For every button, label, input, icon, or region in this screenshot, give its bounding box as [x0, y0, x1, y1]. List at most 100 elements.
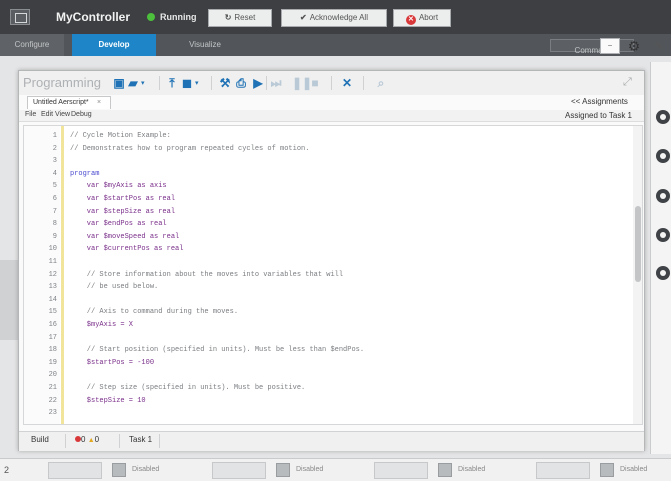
pause-icon[interactable]: ❚❚ — [292, 77, 312, 89]
line-number: 1 — [52, 132, 57, 140]
reset-button[interactable]: ↻ Reset — [208, 9, 272, 27]
code-line: 17 — [24, 334, 624, 343]
output-tab-bar: Build 0 ▲0 Task 1 — [19, 431, 644, 451]
close-icon[interactable]: ✕ — [341, 77, 353, 89]
editor-scrollbar-thumb[interactable] — [635, 206, 641, 282]
open-folder-icon[interactable]: ▰ — [127, 77, 139, 89]
axis-value-field[interactable] — [212, 462, 266, 479]
rail-tool-icon[interactable] — [656, 149, 670, 163]
warning-count: 0 — [94, 435, 100, 444]
line-number: 14 — [48, 295, 57, 304]
rail-info-icon[interactable] — [656, 110, 670, 124]
edit-icon[interactable]: ✎ — [654, 38, 670, 54]
code-text: // Demonstrates how to program repeated … — [70, 144, 310, 153]
line-number: 22 — [48, 396, 57, 405]
step-icon[interactable]: ⏭ — [270, 77, 282, 89]
line-number: 15 — [48, 308, 57, 317]
line-number: 6 — [52, 195, 57, 203]
axis-value-field[interactable] — [48, 462, 102, 479]
axis-state-label: Disabled — [132, 466, 160, 473]
code-line: 15 // Axis to command during the moves. — [24, 308, 624, 317]
line-number: 23 — [48, 409, 57, 418]
stop-icon[interactable]: ■ — [309, 77, 321, 89]
print-icon[interactable]: ⎙ — [235, 77, 247, 89]
axis-state-label: Disabled — [620, 466, 648, 473]
axis-value-field[interactable] — [536, 462, 590, 479]
find-icon[interactable]: ⌕ — [375, 77, 387, 89]
line-number: 8 — [52, 220, 57, 229]
line-number: 17 — [48, 333, 57, 342]
save-icon[interactable]: ◼ — [181, 77, 193, 89]
code-text: // Start position (specified in units). … — [70, 346, 365, 355]
code-text: var $endPos as real — [70, 220, 167, 229]
menu-view[interactable]: View — [55, 111, 70, 118]
menu-debug[interactable]: Debug — [71, 111, 92, 118]
main-tab-bar: Configure Develop Visualize Command — [0, 34, 671, 56]
line-number: 16 — [48, 321, 57, 329]
menu-file[interactable]: File — [25, 111, 36, 118]
wrench-icon[interactable]: ⚒ — [219, 77, 231, 89]
abort-button[interactable]: ✕ Abort — [393, 9, 451, 27]
programming-header[interactable]: Programming ▣ ▰ ▾ ⤒ ◼ ▾ ⚒ ⎙ ▶ ⏭ ❚❚ ■ ✕ ⌕… — [19, 71, 644, 95]
code-line: 22 $stepSize = 10 — [24, 397, 624, 406]
code-text: var $moveSpeed as real — [70, 232, 180, 241]
file-tab-close-icon[interactable]: × — [97, 96, 101, 109]
open-dropdown-icon[interactable]: ▾ — [141, 79, 145, 87]
axis-state-label: Disabled — [296, 466, 324, 473]
code-text: // Store information about the moves int… — [70, 270, 344, 279]
axis-status-strip: 2 Disabled Disabled Disabled Disabled — [0, 458, 671, 481]
maximize-icon[interactable]: ⤢ — [623, 76, 635, 88]
line-number: 19 — [48, 358, 57, 367]
tab-configure[interactable]: Configure — [0, 34, 64, 56]
tab-errors-warnings[interactable]: 0 ▲0 — [75, 435, 99, 444]
toolbar-divider — [211, 76, 212, 90]
rail-status-icon[interactable] — [656, 189, 670, 203]
code-line: 5 var $myAxis as axis — [24, 182, 624, 191]
code-line: 16 $myAxis = X — [24, 321, 624, 330]
abort-label: Abort — [418, 13, 439, 22]
line-number: 4 — [52, 169, 57, 178]
code-text: $startPos = -100 — [70, 358, 155, 367]
new-file-icon[interactable]: ▣ — [113, 77, 125, 89]
assignments-link[interactable]: << Assignments — [571, 97, 628, 106]
axis-state-label: Disabled — [458, 466, 486, 473]
line-number: 7 — [52, 207, 57, 216]
code-text: // Axis to command during the moves. — [70, 308, 239, 317]
gear-icon[interactable]: ⚙ — [626, 38, 642, 54]
code-text: program — [70, 169, 100, 178]
app-menu-icon[interactable] — [10, 9, 30, 25]
code-line: 20 — [24, 371, 624, 380]
acknowledge-all-button[interactable]: ✔ Acknowledge All — [281, 9, 387, 27]
tab-task[interactable]: Task 1 — [129, 435, 152, 444]
axis-enable-icon[interactable] — [438, 463, 452, 477]
tab-visualize[interactable]: Visualize — [156, 34, 254, 56]
axis-enable-icon[interactable] — [276, 463, 290, 477]
code-line: 11 — [24, 258, 624, 267]
reset-label: Reset — [234, 13, 256, 22]
axis-enable-icon[interactable] — [112, 463, 126, 477]
toolbar-divider — [331, 76, 332, 90]
tab-develop[interactable]: Develop — [72, 34, 156, 56]
upload-icon[interactable]: ⤒ — [166, 77, 178, 89]
check-icon: ✔ — [300, 13, 307, 22]
line-number: 10 — [48, 245, 57, 254]
code-line: 6 var $startPos as real — [24, 195, 624, 204]
save-dropdown-icon[interactable]: ▾ — [195, 79, 199, 87]
axis-enable-icon[interactable] — [600, 463, 614, 477]
play-icon[interactable]: ▶ — [252, 77, 264, 89]
line-number: 18 — [48, 346, 57, 355]
panel-dropdown[interactable]: − — [600, 38, 620, 54]
code-text: $stepSize = 10 — [70, 396, 146, 405]
code-text: // Cycle Motion Example: — [70, 132, 171, 140]
code-editor[interactable]: 1 // Cycle Motion Example: 2 // Demonstrate… — [23, 125, 643, 425]
tab-build[interactable]: Build — [31, 435, 49, 444]
axis-value-field[interactable] — [374, 462, 428, 479]
command-input[interactable]: Command — [550, 39, 634, 55]
rail-settings-icon[interactable] — [656, 266, 670, 280]
tab-divider — [119, 434, 120, 448]
menu-edit[interactable]: Edit — [41, 111, 53, 118]
code-line: 12 // Store information about the moves … — [24, 271, 624, 280]
rail-help-icon[interactable] — [656, 228, 670, 242]
code-line: 8 var $endPos as real — [24, 220, 624, 229]
code-line: 2 // Demonstrates how to program repeated… — [24, 145, 624, 154]
